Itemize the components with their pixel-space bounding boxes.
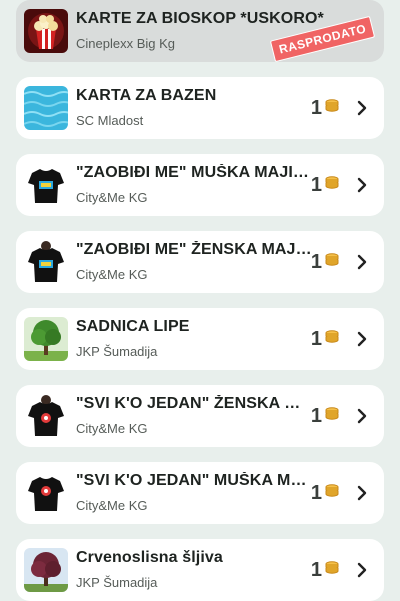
coin-stack-icon bbox=[324, 405, 340, 428]
price: 1 bbox=[311, 325, 340, 353]
price-value: 1 bbox=[310, 250, 322, 273]
price: 1 bbox=[311, 248, 340, 276]
price-value: 1 bbox=[310, 481, 322, 504]
product-card-linden-seedling[interactable]: SADNICA LIPE JKP Šumadija 1 bbox=[16, 308, 384, 370]
product-card-svi-ko-jedan-women[interactable]: "SVI K'O JEDAN" ŽENSKA MA… City&Me KG 1 bbox=[16, 385, 384, 447]
coin-stack-icon bbox=[324, 97, 340, 120]
product-card-red-plum[interactable]: Crvenoslisna šljiva JKP Šumadija 1 bbox=[16, 539, 384, 601]
chevron-right-icon[interactable] bbox=[354, 100, 370, 116]
product-card-pool-ticket[interactable]: KARTA ZA BAZEN SC Mladost 1 bbox=[16, 77, 384, 139]
coin-stack-icon bbox=[324, 251, 340, 274]
price: 1 bbox=[311, 402, 340, 430]
product-card-svi-ko-jedan-men[interactable]: "SVI K'O JEDAN" MUŠKA MAJ… City&Me KG 1 bbox=[16, 462, 384, 524]
product-title: SADNICA LIPE bbox=[76, 318, 190, 335]
popcorn-thumbnail bbox=[24, 9, 68, 53]
price: 1 bbox=[311, 479, 340, 507]
product-vendor: Cineplexx Big Kg bbox=[76, 36, 175, 51]
product-card-tshirt-men[interactable]: "ZAOBIĐI ME" MUŠKA MAJICA City&Me KG 1 bbox=[16, 154, 384, 216]
chevron-right-icon[interactable] bbox=[354, 408, 370, 424]
tshirt-thumbnail bbox=[24, 240, 68, 284]
price: 1 bbox=[311, 556, 340, 584]
chevron-right-icon[interactable] bbox=[354, 177, 370, 193]
tshirt-thumbnail bbox=[24, 471, 68, 515]
chevron-right-icon[interactable] bbox=[354, 562, 370, 578]
plum-tree-thumbnail bbox=[24, 548, 68, 592]
product-card-cinema-tickets[interactable]: KARTE ZA BIOSKOP *USKORO* Cineplexx Big … bbox=[16, 0, 384, 63]
chevron-right-icon[interactable] bbox=[354, 485, 370, 501]
product-vendor: City&Me KG bbox=[76, 498, 148, 513]
product-title: "SVI K'O JEDAN" ŽENSKA MA… bbox=[76, 395, 312, 412]
coin-stack-icon bbox=[324, 559, 340, 582]
price-value: 1 bbox=[310, 96, 322, 119]
product-title: Crvenoslisna šljiva bbox=[76, 549, 223, 566]
tshirt-thumbnail bbox=[24, 163, 68, 207]
product-title: KARTA ZA BAZEN bbox=[76, 87, 217, 104]
product-vendor: SC Mladost bbox=[76, 113, 144, 128]
chevron-right-icon[interactable] bbox=[354, 331, 370, 347]
product-vendor: JKP Šumadija bbox=[76, 344, 158, 359]
product-vendor: JKP Šumadija bbox=[76, 575, 158, 590]
product-vendor: City&Me KG bbox=[76, 267, 148, 282]
price-value: 1 bbox=[310, 173, 322, 196]
product-title: "ZAOBIĐI ME" MUŠKA MAJICA bbox=[76, 164, 312, 181]
coin-stack-icon bbox=[324, 482, 340, 505]
price-value: 1 bbox=[310, 327, 322, 350]
product-title: "ZAOBIĐI ME" ŽENSKA MAJICA bbox=[76, 241, 312, 258]
coin-stack-icon bbox=[324, 328, 340, 351]
chevron-right-icon[interactable] bbox=[354, 254, 370, 270]
product-vendor: City&Me KG bbox=[76, 421, 148, 436]
coin-stack-icon bbox=[324, 174, 340, 197]
tshirt-thumbnail bbox=[24, 394, 68, 438]
product-vendor: City&Me KG bbox=[76, 190, 148, 205]
product-title: "SVI K'O JEDAN" MUŠKA MAJ… bbox=[76, 472, 312, 489]
price-value: 1 bbox=[310, 404, 322, 427]
price: 1 bbox=[311, 94, 340, 122]
price-value: 1 bbox=[310, 558, 322, 581]
pool-water-thumbnail bbox=[24, 86, 68, 130]
product-card-tshirt-women[interactable]: "ZAOBIĐI ME" ŽENSKA MAJICA City&Me KG 1 bbox=[16, 231, 384, 293]
linden-tree-thumbnail bbox=[24, 317, 68, 361]
price: 1 bbox=[311, 171, 340, 199]
